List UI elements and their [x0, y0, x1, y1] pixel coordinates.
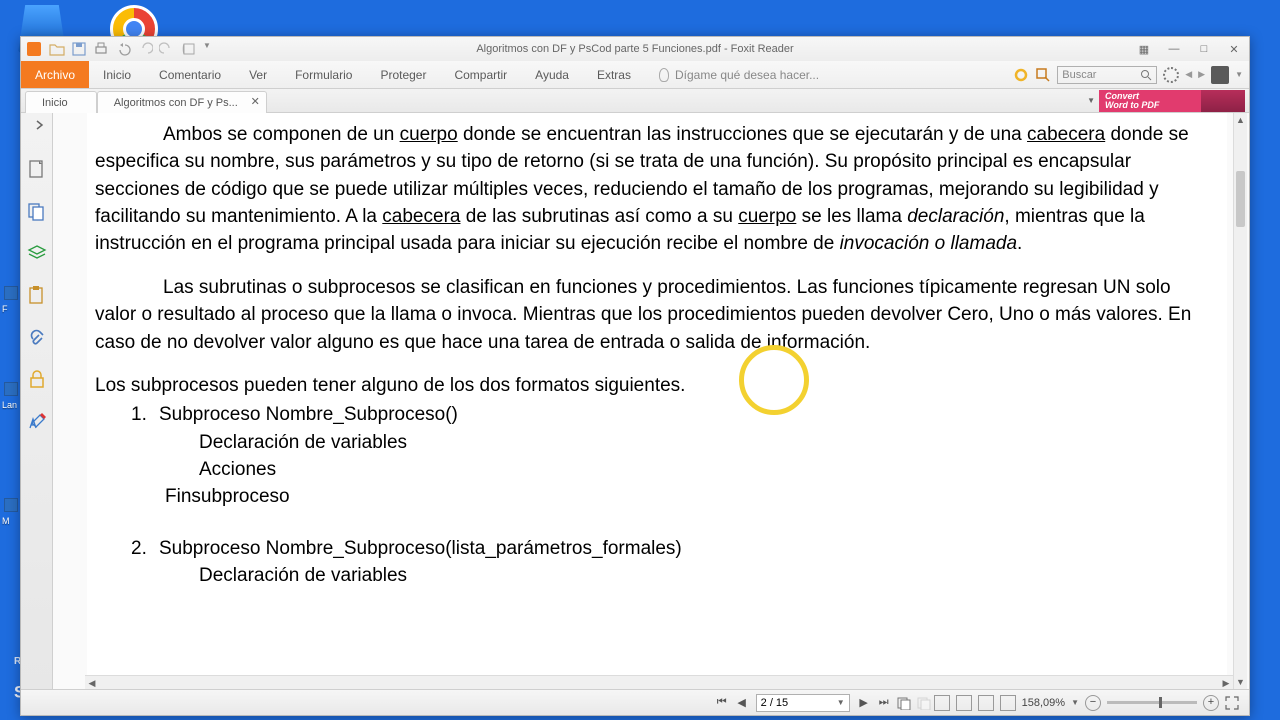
sync-icon[interactable]: [1013, 67, 1029, 83]
scroll-thumb[interactable]: [1236, 171, 1245, 227]
doc-tab-bar: Inicio Algoritmos con DF y Ps... ✕ ▼ Con…: [21, 89, 1249, 113]
page-content: Ambos se componen de un cuerpo donde se …: [87, 113, 1227, 689]
tabmenu-dropdown-icon[interactable]: ▼: [1087, 96, 1095, 105]
nav-prev-icon[interactable]: ◀: [1185, 69, 1192, 80]
undo-icon[interactable]: [115, 41, 131, 57]
zoom-slider[interactable]: [1107, 701, 1197, 704]
layers-icon[interactable]: [27, 243, 47, 263]
previous-view-button[interactable]: [894, 694, 914, 712]
desktop-icon-trunc-2[interactable]: [4, 382, 18, 396]
find-icon[interactable]: [1035, 67, 1051, 83]
last-page-button[interactable]: ⏭: [874, 694, 894, 712]
close-button[interactable]: ✕: [1219, 37, 1249, 61]
titlebar: ▼ Algoritmos con DF y PsCod parte 5 Func…: [21, 37, 1249, 61]
scroll-right-icon[interactable]: ▶: [1219, 676, 1233, 689]
tab-inicio[interactable]: Inicio: [89, 61, 145, 88]
desktop-label-trunc-2: Lan: [2, 400, 17, 410]
scroll-icon[interactable]: [181, 41, 197, 57]
next-page-button[interactable]: ▶: [854, 694, 874, 712]
zoom-in-button[interactable]: +: [1203, 695, 1219, 711]
undo2-icon[interactable]: [137, 41, 153, 57]
page-dropdown-icon[interactable]: ▼: [837, 698, 845, 707]
ribbon-toggle-button[interactable]: ▦: [1129, 37, 1159, 61]
expand-sidebar-icon[interactable]: [35, 117, 45, 127]
attachment-icon[interactable]: [27, 327, 47, 347]
horizontal-scrollbar[interactable]: ◀ ▶: [85, 675, 1233, 689]
vertical-scrollbar[interactable]: ▲ ▼: [1233, 113, 1247, 689]
search-placeholder: Buscar: [1062, 69, 1096, 81]
signature-icon[interactable]: [27, 411, 47, 431]
tab-compartir[interactable]: Compartir: [440, 61, 521, 88]
tab-comentario[interactable]: Comentario: [145, 61, 235, 88]
redo-icon[interactable]: [159, 41, 175, 57]
security-icon[interactable]: [27, 369, 47, 389]
clipboard-icon[interactable]: [27, 285, 47, 305]
gear-icon[interactable]: [1163, 67, 1179, 83]
view-continuous-icon[interactable]: [956, 695, 972, 711]
doctab-label: Algoritmos con DF y Ps...: [114, 97, 238, 109]
desktop-label-trunc-3: M: [2, 516, 10, 526]
first-page-button[interactable]: ⏮: [712, 694, 732, 712]
foxit-window: ▼ Algoritmos con DF y PsCod parte 5 Func…: [20, 36, 1250, 716]
page-thumbnail-icon[interactable]: [27, 159, 47, 179]
doctab-label: Inicio: [42, 97, 68, 109]
qat-dropdown-icon[interactable]: ▼: [203, 41, 211, 57]
window-title: Algoritmos con DF y PsCod parte 5 Funcio…: [476, 43, 793, 55]
ribbon-right-tools: Buscar ◀ ▶ ▼: [1013, 61, 1249, 88]
view-continuous-facing-icon[interactable]: [1000, 695, 1016, 711]
scroll-left-icon[interactable]: ◀: [85, 676, 99, 689]
zoom-out-button[interactable]: −: [1085, 695, 1101, 711]
status-bar: ⏮ ◀ 2 / 15 ▼ ▶ ⏭ 158,09% ▼ − +: [21, 689, 1249, 715]
page-indicator[interactable]: 2 / 15 ▼: [756, 694, 850, 712]
desktop-icon-trunc-3[interactable]: [4, 498, 18, 512]
tab-extras[interactable]: Extras: [583, 61, 645, 88]
page-indicator-text: 2 / 15: [761, 697, 789, 709]
convert-line2: Word to PDF: [1105, 100, 1159, 110]
tellme[interactable]: Dígame qué desea hacer...: [645, 61, 1013, 88]
zoom-slider-thumb[interactable]: [1159, 697, 1162, 708]
document-viewport[interactable]: Ambos se componen de un cuerpo donde se …: [53, 113, 1249, 689]
tab-ver[interactable]: Ver: [235, 61, 281, 88]
convert-promo[interactable]: Convert Word to PDF: [1099, 90, 1245, 112]
doctab-close-icon[interactable]: ✕: [251, 95, 260, 108]
scroll-down-icon[interactable]: ▼: [1234, 675, 1247, 689]
ribbon: Archivo Inicio Comentario Ver Formulario…: [21, 61, 1249, 89]
user-dropdown-icon[interactable]: ▼: [1235, 70, 1243, 79]
tab-archivo[interactable]: Archivo: [21, 61, 89, 88]
app-icon: [27, 42, 41, 56]
save-icon[interactable]: [71, 41, 87, 57]
next-view-button: [914, 694, 934, 712]
print-icon[interactable]: [93, 41, 109, 57]
tab-proteger[interactable]: Proteger: [366, 61, 440, 88]
maximize-button[interactable]: □: [1189, 37, 1219, 61]
nav-next-icon[interactable]: ▶: [1198, 69, 1205, 80]
prev-page-button[interactable]: ◀: [732, 694, 752, 712]
tellme-text: Dígame qué desea hacer...: [675, 68, 819, 82]
zoom-value: 158,09%: [1022, 697, 1065, 709]
view-facing-icon[interactable]: [978, 695, 994, 711]
search-icon: [1140, 69, 1152, 81]
desktop-label-trunc-1: F: [2, 304, 8, 314]
sidebar: [21, 113, 53, 689]
doctab-inicio[interactable]: Inicio: [25, 91, 97, 113]
tab-ayuda[interactable]: Ayuda: [521, 61, 583, 88]
convert-icon: [1201, 90, 1245, 112]
tab-formulario[interactable]: Formulario: [281, 61, 366, 88]
open-icon[interactable]: [49, 41, 65, 57]
desktop-icon-trunc-1[interactable]: [4, 286, 18, 300]
body-area: Ambos se componen de un cuerpo donde se …: [21, 113, 1249, 689]
search-input[interactable]: Buscar: [1057, 66, 1157, 84]
minimize-button[interactable]: —: [1159, 37, 1189, 61]
doctab-algoritmos[interactable]: Algoritmos con DF y Ps... ✕: [97, 91, 267, 113]
scroll-up-icon[interactable]: ▲: [1234, 113, 1247, 127]
view-single-icon[interactable]: [934, 695, 950, 711]
fullscreen-icon[interactable]: [1225, 696, 1239, 710]
user-icon[interactable]: [1211, 66, 1229, 84]
quick-access-toolbar: ▼: [49, 41, 211, 57]
bookmarks-icon[interactable]: [27, 201, 47, 221]
bulb-icon: [659, 68, 669, 82]
zoom-dropdown-icon[interactable]: ▼: [1071, 698, 1079, 707]
